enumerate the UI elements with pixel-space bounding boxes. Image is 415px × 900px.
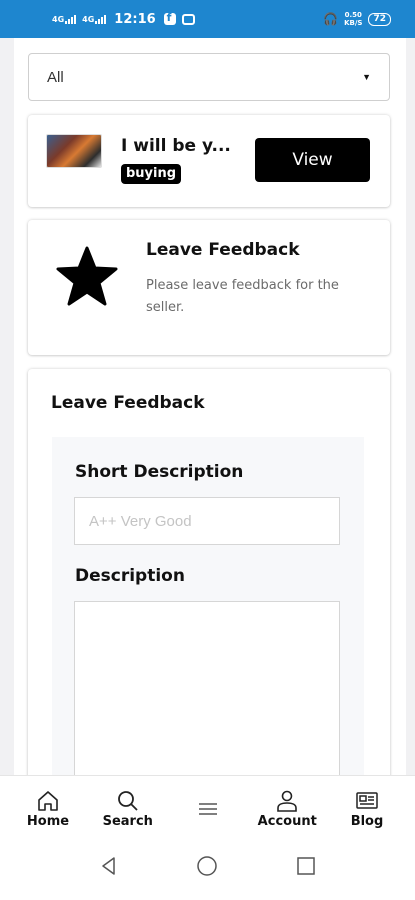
nav-item-search[interactable]: Search [94,776,162,832]
feedback-prompt-title: Leave Feedback [146,240,300,260]
blog-icon [356,792,378,809]
caret-down-icon: ▼ [362,72,371,82]
filter-select-value: All [47,68,64,86]
message-notification-icon [181,13,195,25]
main-content: All ▼ I will be y... buying View Leave F… [14,38,406,775]
listing-thumbnail[interactable] [46,134,102,168]
feedback-form-card: Leave Feedback Short Description Descrip… [28,369,390,775]
nav-item-home[interactable]: Home [14,776,82,832]
feedback-prompt-card: Leave Feedback Please leave feedback for… [28,220,390,355]
feedback-prompt-description: Please leave feedback for the seller. [146,278,339,315]
home-icon [38,791,58,811]
feedback-form: Short Description Description [52,437,364,775]
buying-badge: buying [121,164,182,184]
system-navigation-bar [0,832,415,900]
view-button[interactable]: View [255,138,370,182]
headset-icon: 🎧 [323,12,339,26]
network-speed: 0.50 KB/S [344,11,362,27]
network-speed-value: 0.50 [344,11,362,19]
nav-label-home: Home [26,814,70,829]
home-circle-icon[interactable] [196,855,218,877]
nav-item-account[interactable]: Account [253,776,321,832]
network-type-1: 4G [52,14,65,24]
short-description-label: Short Description [75,462,244,482]
status-bar: 4G 4G 12:16 🎧 0.50 KB/S 72 [0,0,415,38]
nav-item-blog[interactable]: Blog [333,776,401,832]
network-type-2: 4G [82,14,95,24]
nav-item-menu[interactable] [174,776,242,832]
menu-icon [198,803,217,815]
clock: 12:16 [114,11,156,27]
network-signal-icon: 4G [52,14,77,24]
short-description-input[interactable] [74,497,340,545]
listing-card: I will be y... buying View [28,115,390,207]
account-icon [277,790,298,812]
nav-label-blog: Blog [350,814,384,829]
recents-square-icon[interactable] [295,855,317,877]
search-icon [117,791,138,811]
bottom-nav: Home Search Account Blog [0,775,415,832]
filter-select[interactable]: All ▼ [28,53,390,101]
facebook-notification-icon [163,11,176,25]
nav-label-search: Search [102,814,153,829]
network-signal-icon: 4G [82,14,107,24]
network-speed-unit: KB/S [344,19,363,27]
battery-icon: 72 [368,12,391,26]
nav-label-account: Account [257,814,317,829]
description-textarea[interactable] [74,601,340,775]
back-icon[interactable] [98,855,120,877]
star-icon [56,246,118,306]
description-label: Description [75,566,185,586]
form-title: Leave Feedback [51,393,205,413]
listing-title[interactable]: I will be y... [121,136,231,156]
